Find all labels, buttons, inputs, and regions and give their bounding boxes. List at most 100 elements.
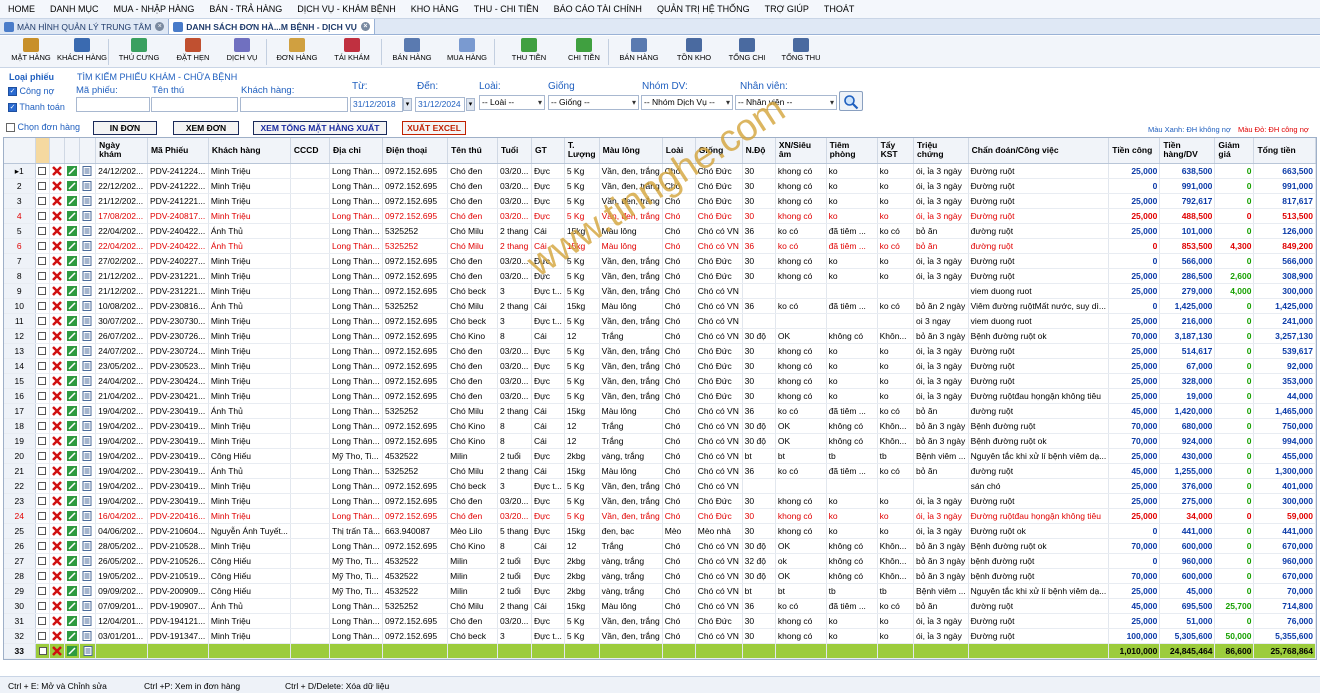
- column-header[interactable]: Điện thoại: [382, 138, 449, 164]
- edit-cell[interactable]: [64, 298, 81, 314]
- view-cell[interactable]: [79, 538, 97, 554]
- view-cell[interactable]: [79, 358, 97, 374]
- table-row[interactable]: 4 17/08/202... PDV-240817... Minh Triệu Long…: [4, 208, 1316, 224]
- delete-cell[interactable]: [49, 298, 66, 314]
- view-cell[interactable]: [79, 448, 97, 464]
- delete-cell[interactable]: [49, 238, 66, 254]
- view-cell[interactable]: [79, 628, 97, 644]
- view-cell[interactable]: [79, 418, 97, 434]
- row-checkbox-icon[interactable]: [37, 197, 46, 206]
- column-header[interactable]: Giảm giá: [1214, 138, 1255, 164]
- column-header[interactable]: Loài: [662, 138, 696, 164]
- row-checkbox-icon[interactable]: [37, 497, 46, 506]
- delete-cell[interactable]: [49, 433, 66, 449]
- view-cell[interactable]: [79, 388, 97, 404]
- nhan-vien-select[interactable]: -- Nhân viên --: [735, 95, 837, 110]
- checkbox-cell[interactable]: [35, 253, 51, 269]
- row-checkbox-icon[interactable]: [37, 317, 46, 326]
- column-header[interactable]: Triệu chứng: [913, 138, 969, 164]
- edit-cell[interactable]: [64, 583, 81, 599]
- table-row[interactable]: 18 19/04/202... PDV-230419... Minh Triệu Lon…: [4, 418, 1316, 434]
- view-cell[interactable]: [79, 163, 97, 179]
- table-row[interactable]: 9 21/12/202... PDV-231221... Minh Triệu Long…: [4, 283, 1316, 299]
- row-checkbox-icon[interactable]: [37, 167, 46, 176]
- row-checkbox-icon[interactable]: [37, 527, 46, 536]
- delete-cell[interactable]: [49, 178, 66, 194]
- toolbar-button[interactable]: ĐƠN HÀNG: [270, 38, 324, 66]
- table-row[interactable]: 29 09/09/202... PDV-200909... Công Hiếu Mỹ T…: [4, 583, 1316, 599]
- view-cell[interactable]: [79, 463, 97, 479]
- delete-cell[interactable]: [49, 358, 66, 374]
- thanh-toan-checkbox[interactable]: ✓ Thanh toán: [8, 102, 65, 113]
- toolbar-button[interactable]: BÁN HÀNG: [385, 38, 439, 66]
- delete-cell[interactable]: [49, 163, 66, 179]
- row-checkbox-icon[interactable]: [37, 332, 46, 341]
- toolbar-button[interactable]: THU TIỀN: [502, 38, 556, 66]
- delete-cell[interactable]: [49, 418, 66, 434]
- view-cell[interactable]: [79, 598, 97, 614]
- row-checkbox-icon[interactable]: [37, 587, 46, 596]
- checkbox-cell[interactable]: [35, 463, 51, 479]
- checkbox-cell[interactable]: [35, 478, 51, 494]
- checkbox-cell[interactable]: [35, 388, 51, 404]
- view-cell[interactable]: [79, 568, 97, 584]
- toolbar-button[interactable]: DỊCH VỤ: [215, 38, 269, 66]
- column-header[interactable]: Ngày khám: [95, 138, 148, 164]
- checkbox-cell[interactable]: [35, 493, 51, 509]
- row-checkbox-icon[interactable]: [39, 647, 48, 656]
- menu-item[interactable]: THOÁT: [824, 4, 855, 14]
- den-date-input[interactable]: 31/12/2024: [415, 97, 465, 112]
- delete-cell[interactable]: [49, 628, 66, 644]
- menu-item[interactable]: BÁO CÁO TÀI CHÍNH: [554, 4, 642, 14]
- row-checkbox-icon[interactable]: [37, 302, 46, 311]
- table-row[interactable]: 27 26/05/202... PDV-210526... Công Hiếu Mỹ T…: [4, 553, 1316, 569]
- edit-cell[interactable]: [64, 628, 81, 644]
- ten-thu-input[interactable]: [151, 97, 238, 112]
- edit-cell[interactable]: [64, 418, 81, 434]
- table-row[interactable]: 25 04/06/202... PDV-210604... Nguyễn Ánh Tu…: [4, 523, 1316, 539]
- checkbox-cell[interactable]: [35, 418, 51, 434]
- delete-cell[interactable]: [49, 463, 66, 479]
- column-header[interactable]: Giống: [695, 138, 743, 164]
- table-row[interactable]: 14 23/05/202... PDV-230523... Minh Triệu Lon…: [4, 358, 1316, 374]
- chon-don-hang-checkbox[interactable]: Chọn đơn hàng: [6, 122, 80, 133]
- edit-cell[interactable]: [64, 178, 81, 194]
- table-row[interactable]: 8 21/12/202... PDV-231221... Minh Triệu Long…: [4, 268, 1316, 284]
- checkbox-cell[interactable]: [35, 568, 51, 584]
- row-checkbox-icon[interactable]: [37, 482, 46, 491]
- checkbox-cell[interactable]: [35, 298, 51, 314]
- edit-cell[interactable]: [64, 238, 81, 254]
- table-row[interactable]: 28 19/05/202... PDV-210519... Công Hiếu Mỹ T…: [4, 568, 1316, 584]
- table-row[interactable]: 24 16/04/202... PDV-220416... Minh Triệu Lon…: [4, 508, 1316, 524]
- menu-item[interactable]: THU - CHI TIỀN: [474, 4, 539, 14]
- checkbox-cell[interactable]: [35, 598, 51, 614]
- checkbox-cell[interactable]: [35, 403, 51, 419]
- edit-cell[interactable]: [64, 538, 81, 554]
- row-checkbox-icon[interactable]: [37, 467, 46, 476]
- column-header[interactable]: XN/Siêu âm: [775, 138, 827, 164]
- edit-cell[interactable]: [64, 493, 81, 509]
- column-header[interactable]: Tiền công: [1108, 138, 1161, 164]
- view-cell[interactable]: [79, 373, 97, 389]
- table-row[interactable]: 19 19/04/202... PDV-230419... Minh Triệu Lon…: [4, 433, 1316, 449]
- edit-cell[interactable]: [64, 568, 81, 584]
- delete-cell[interactable]: [49, 403, 66, 419]
- delete-cell[interactable]: [49, 553, 66, 569]
- toolbar-button[interactable]: TỔNG CHI: [720, 38, 774, 66]
- checkbox-cell[interactable]: [35, 373, 51, 389]
- delete-cell[interactable]: [49, 613, 66, 629]
- delete-cell[interactable]: [49, 268, 66, 284]
- column-header[interactable]: T. Lượng: [564, 138, 600, 164]
- row-checkbox-icon[interactable]: [37, 212, 46, 221]
- close-tab-icon[interactable]: ×: [360, 22, 370, 31]
- menu-item[interactable]: QUẢN TRỊ HỆ THỐNG: [657, 4, 750, 14]
- edit-cell[interactable]: [64, 598, 81, 614]
- tab-service-orders[interactable]: DANH SÁCH ĐƠN HÀ...M BỆNH - DỊCH VỤ ×: [169, 19, 375, 34]
- view-cell[interactable]: [79, 523, 97, 539]
- edit-cell[interactable]: [64, 403, 81, 419]
- view-cell[interactable]: [79, 643, 97, 659]
- view-cell[interactable]: [79, 193, 97, 209]
- delete-cell[interactable]: [49, 448, 66, 464]
- edit-cell[interactable]: [64, 523, 81, 539]
- checkbox-cell[interactable]: [35, 358, 51, 374]
